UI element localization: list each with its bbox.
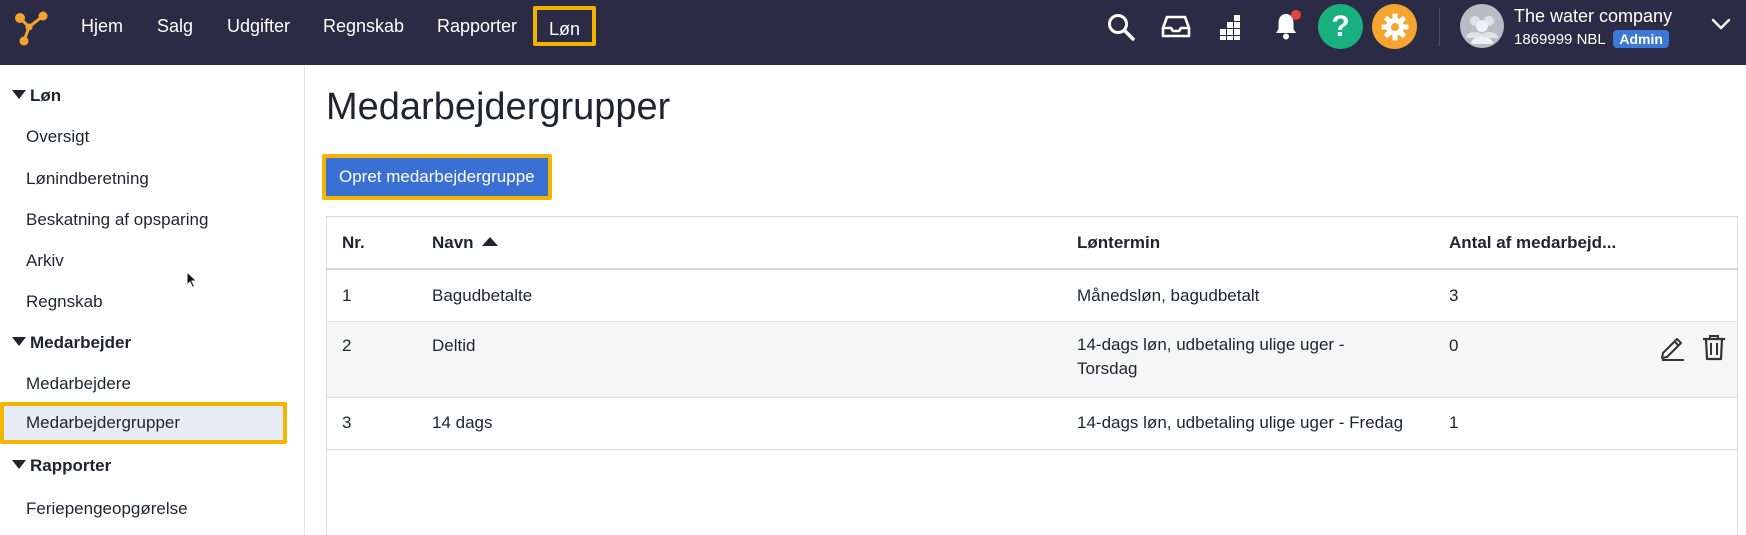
column-header-label: Navn <box>432 233 474 252</box>
sidebar-item-oversigt[interactable]: Oversigt <box>26 127 89 147</box>
sidebar-item-medarbejdergrupper[interactable]: Medarbejdergrupper <box>0 402 287 444</box>
chevron-down-icon[interactable] <box>1711 17 1731 31</box>
sidebar-group-label: Medarbejder <box>30 333 132 352</box>
column-header-navn[interactable]: Navn <box>432 217 498 269</box>
nav-salg[interactable]: Salg <box>157 0 193 53</box>
apps-grid-icon[interactable] <box>1218 14 1244 40</box>
avatar[interactable] <box>1460 4 1504 48</box>
settings-icon[interactable] <box>1372 4 1417 49</box>
nav-loen[interactable]: Løn <box>533 6 597 46</box>
table-row[interactable]: 1 Bagudbetalte Månedsløn, bagudbetalt 3 <box>327 270 1737 322</box>
sidebar: Løn Oversigt Lønindberetning Beskatning … <box>0 65 305 535</box>
nav-udgifter[interactable]: Udgifter <box>227 0 290 53</box>
sidebar-group-label: Løn <box>30 86 62 105</box>
role-badge: Admin <box>1613 30 1669 48</box>
cell-nr: 3 <box>342 413 352 432</box>
sidebar-item-beskatning-af-opsparing[interactable]: Beskatning af opsparing <box>26 210 208 230</box>
cell-loentermin: Månedsløn, bagudbetalt <box>1077 286 1260 305</box>
sidebar-group-medarbejder[interactable]: Medarbejder <box>12 333 131 353</box>
cell-nr: 2 <box>342 336 352 355</box>
inbox-icon[interactable] <box>1160 14 1192 40</box>
column-header-nr[interactable]: Nr. <box>342 217 365 269</box>
edit-pencil-icon[interactable] <box>1659 333 1687 361</box>
nav-rapporter[interactable]: Rapporter <box>437 0 517 53</box>
caret-down-icon <box>12 460 26 469</box>
company-name[interactable]: The water company <box>1514 6 1672 27</box>
sidebar-group-loen[interactable]: Løn <box>12 86 61 106</box>
column-header-loentermin[interactable]: Løntermin <box>1077 217 1160 269</box>
caret-down-icon <box>12 90 26 99</box>
page-title: Medarbejdergrupper <box>326 86 671 128</box>
caret-down-icon <box>12 337 26 346</box>
column-header-antal[interactable]: Antal af medarbejd... <box>1449 217 1616 269</box>
delete-trash-icon[interactable] <box>1701 333 1727 361</box>
sidebar-item-medarbejdere[interactable]: Medarbejdere <box>26 374 131 394</box>
cell-antal: 0 <box>1449 336 1459 355</box>
cell-nr: 1 <box>342 286 352 305</box>
sidebar-item-regnskab[interactable]: Regnskab <box>26 292 103 312</box>
cell-antal: 1 <box>1449 413 1459 432</box>
users-avatar-icon <box>1466 16 1498 44</box>
cell-navn: Deltid <box>432 336 476 355</box>
sidebar-item-feriepengeopgoerelse[interactable]: Feriepengeopgørelse <box>26 499 188 519</box>
company-id: 1869999 NBL <box>1514 31 1606 48</box>
cell-loentermin: 14-dags løn, udbetaling ulige uger - Tor… <box>1077 335 1345 378</box>
help-icon[interactable]: ? <box>1318 4 1363 49</box>
top-navigation-bar: Hjem Salg Udgifter Regnskab Rapporter Lø… <box>0 0 1746 65</box>
sidebar-item-loenindberetning[interactable]: Lønindberetning <box>26 169 149 189</box>
company-id-line: 1869999 NBL Admin <box>1514 30 1669 48</box>
sort-ascending-icon <box>481 237 498 246</box>
cell-antal: 3 <box>1449 286 1459 305</box>
sidebar-group-label: Rapporter <box>30 456 112 475</box>
cell-loentermin: 14-dags løn, udbetaling ulige uger - Fre… <box>1077 413 1404 432</box>
mouse-pointer-icon <box>186 271 198 289</box>
table-row[interactable]: 2 Deltid 14-dags løn, udbetaling ulige u… <box>327 322 1737 398</box>
cell-navn: Bagudbetalte <box>432 286 533 305</box>
sidebar-group-rapporter[interactable]: Rapporter <box>12 456 111 476</box>
cell-navn: 14 dags <box>432 413 493 432</box>
nav-regnskab[interactable]: Regnskab <box>323 0 404 53</box>
table-row[interactable]: 3 14 dags 14-dags løn, udbetaling ulige … <box>327 398 1737 450</box>
create-employee-group-button[interactable]: Opret medarbejdergruppe <box>322 154 552 200</box>
app-logo[interactable] <box>10 8 50 48</box>
nav-hjem[interactable]: Hjem <box>81 0 123 53</box>
topbar-divider <box>1439 8 1440 46</box>
sidebar-item-arkiv[interactable]: Arkiv <box>26 251 64 271</box>
notification-dot <box>1291 10 1301 20</box>
search-icon[interactable] <box>1106 12 1136 42</box>
employee-groups-table: Nr. Navn Løntermin Antal af medarbejd...… <box>326 216 1738 535</box>
